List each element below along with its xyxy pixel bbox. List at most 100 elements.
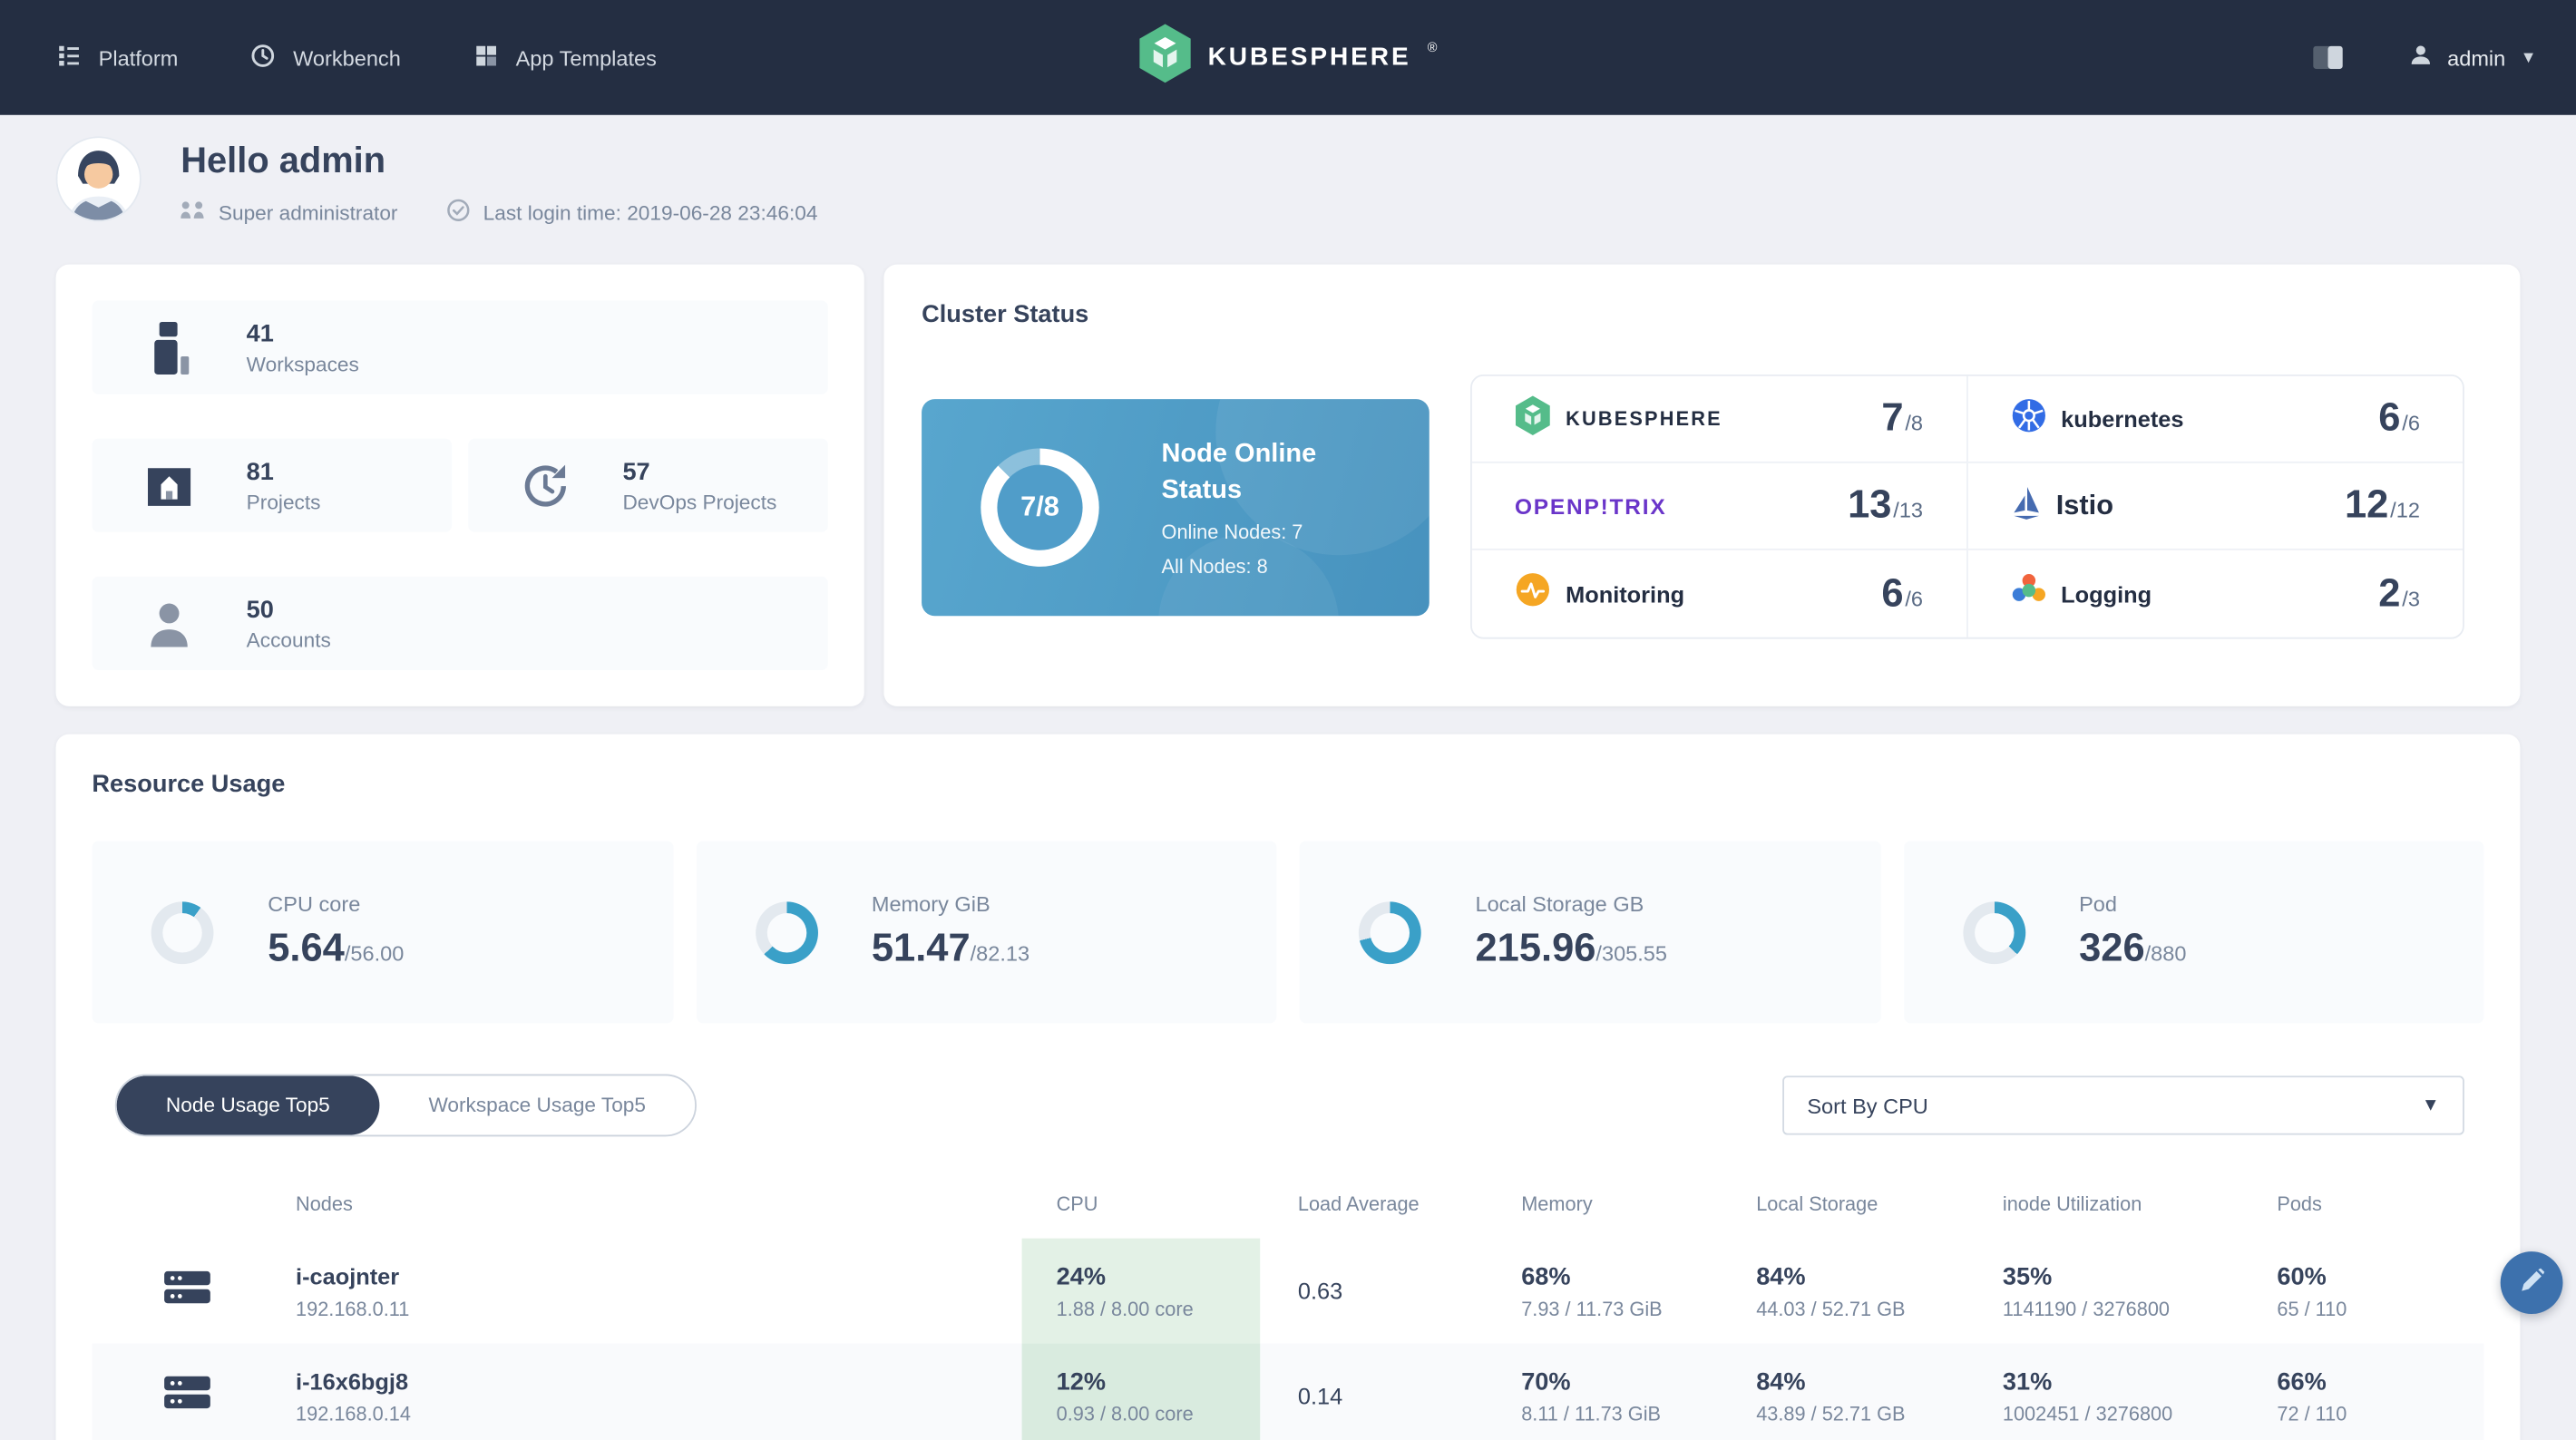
accounts-count: 50 bbox=[246, 595, 274, 624]
devops-label: DevOps Projects bbox=[622, 490, 777, 514]
inode-cell: 35% 1141190 / 3276800 bbox=[2002, 1261, 2170, 1320]
projects-label: Projects bbox=[246, 490, 321, 514]
avatar bbox=[55, 136, 141, 222]
accounts-label: Accounts bbox=[246, 628, 331, 652]
role-badge: Super administrator bbox=[181, 200, 397, 225]
monitoring-icon bbox=[1515, 571, 1551, 616]
logo-wordmark: KUBESPHERE bbox=[1207, 43, 1411, 71]
istio-icon bbox=[2010, 483, 2041, 528]
projects-tile[interactable]: 81 Projects bbox=[92, 438, 453, 532]
online-nodes: Online Nodes: 7 bbox=[1161, 520, 1303, 543]
cpu-cell: 24% 1.88 / 8.00 core bbox=[1021, 1238, 1261, 1344]
components-panel: KUBESPHERE 7/8 kubernetes 6 /6 OPENP!TRI… bbox=[1470, 374, 2464, 639]
platform-icon bbox=[56, 42, 83, 73]
resource-stats: CPU core 5.64/56.00 Memory GiB 51.47/82.… bbox=[92, 841, 2484, 1024]
last-login: Last login time: 2019-06-28 23:46:04 bbox=[447, 199, 817, 227]
component-kubesphere: KUBESPHERE 7/8 bbox=[1471, 375, 1967, 463]
cluster-status-title: Cluster Status bbox=[922, 300, 1089, 329]
workspaces-icon bbox=[140, 319, 199, 375]
memory-stat-label: Memory GiB bbox=[871, 891, 990, 917]
pods-cell: 66% 72 / 110 bbox=[2277, 1367, 2347, 1425]
cpu-donut bbox=[151, 900, 214, 964]
cluster-status-card: Cluster Status 7/8 Node Online Status On… bbox=[883, 264, 2521, 706]
component-logging: Logging 2/3 bbox=[1967, 550, 2463, 637]
load-average-cell: 0.14 bbox=[1297, 1383, 1343, 1410]
table-row[interactable]: i-caojnter 192.168.0.11 24% 1.88 / 8.00 … bbox=[92, 1238, 2483, 1344]
col-load-average: Load Average bbox=[1297, 1192, 1420, 1216]
component-count: 6/6 bbox=[1881, 570, 1924, 616]
component-label: Monitoring bbox=[1566, 580, 1685, 608]
kubesphere-icon bbox=[1515, 394, 1551, 443]
resource-usage-title: Resource Usage bbox=[92, 770, 286, 799]
cpu-stat-value: 5.64/56.00 bbox=[268, 926, 405, 971]
col-local-storage: Local Storage bbox=[1756, 1192, 1878, 1216]
user-menu[interactable]: admin ▼ bbox=[2408, 43, 2537, 73]
dropdown-caret-icon: ▼ bbox=[2421, 1095, 2440, 1115]
node-status-donut: 7/8 bbox=[981, 448, 1099, 567]
check-icon bbox=[447, 199, 470, 227]
pod-stat: Pod 326/880 bbox=[1903, 841, 2484, 1024]
component-label: KUBESPHERE bbox=[1566, 407, 1722, 431]
app-templates-icon bbox=[473, 42, 499, 73]
node-name[interactable]: i-caojnter bbox=[296, 1262, 1022, 1289]
accounts-tile[interactable]: 50 Accounts bbox=[92, 576, 828, 670]
memory-stat-value: 51.47/82.13 bbox=[871, 926, 1030, 971]
memory-cell: 68% 7.93 / 11.73 GiB bbox=[1521, 1261, 1663, 1320]
cpu-stat-label: CPU core bbox=[268, 891, 361, 917]
kubesphere-logo-icon bbox=[1139, 24, 1192, 91]
edit-fab-button[interactable] bbox=[2500, 1251, 2563, 1314]
kubesphere-logo[interactable]: KUBESPHERE ® bbox=[1139, 24, 1437, 91]
col-pods: Pods bbox=[2277, 1192, 2322, 1216]
main-nav: Platform Workbench App Templates bbox=[56, 42, 657, 73]
node-online-status-panel[interactable]: 7/8 Node Online Status Online Nodes: 7 A… bbox=[922, 399, 1429, 617]
role-label: Super administrator bbox=[218, 200, 398, 225]
pods-cell: 60% 65 / 110 bbox=[2277, 1261, 2347, 1320]
component-count: 7/8 bbox=[1881, 395, 1924, 441]
user-icon bbox=[2408, 43, 2433, 73]
welcome-header: Hello admin Super administrator Last log… bbox=[0, 115, 2576, 227]
projects-icon bbox=[140, 462, 199, 509]
all-nodes: All Nodes: 8 bbox=[1161, 554, 1268, 578]
node-ip: 192.168.0.14 bbox=[296, 1401, 411, 1425]
devops-tile[interactable]: 57 DevOps Projects bbox=[468, 438, 828, 532]
workspaces-tile[interactable]: 41 Workspaces bbox=[92, 300, 828, 394]
component-count: 13/13 bbox=[1848, 482, 1924, 528]
nav-platform[interactable]: Platform bbox=[56, 42, 179, 73]
projects-count: 81 bbox=[246, 457, 274, 486]
pod-donut bbox=[1962, 900, 2025, 964]
tab-node-usage-top5[interactable]: Node Usage Top5 bbox=[116, 1075, 380, 1135]
component-count: 2/3 bbox=[2378, 570, 2420, 616]
sort-by-dropdown[interactable]: Sort By CPU ▼ bbox=[1782, 1075, 2464, 1135]
nav-workbench[interactable]: Workbench bbox=[250, 42, 401, 73]
username: admin bbox=[2447, 44, 2506, 70]
node-name[interactable]: i-16x6bgj8 bbox=[296, 1367, 1022, 1394]
col-inode-utilization: inode Utilization bbox=[2002, 1192, 2142, 1216]
col-cpu: CPU bbox=[1056, 1192, 1098, 1216]
component-openpitrix: OPENP!TRIX 13/13 bbox=[1471, 462, 1967, 550]
node-ratio: 7/8 bbox=[1020, 491, 1059, 522]
nav-app-templates[interactable]: App Templates bbox=[473, 42, 657, 73]
component-monitoring: Monitoring 6/6 bbox=[1472, 550, 1967, 637]
tab-workspace-usage-top5[interactable]: Workspace Usage Top5 bbox=[379, 1075, 695, 1134]
table-row[interactable]: i-16x6bgj8 192.168.0.14 12% 0.93 / 8.00 … bbox=[92, 1343, 2484, 1440]
pencil-icon bbox=[2519, 1267, 2545, 1298]
usage-tabs: Node Usage Top5 Workspace Usage Top5 bbox=[114, 1074, 698, 1137]
component-label: kubernetes bbox=[2061, 405, 2184, 433]
cpu-cell: 12% 0.93 / 8.00 core bbox=[1021, 1343, 1261, 1440]
memory-stat: Memory GiB 51.47/82.13 bbox=[696, 841, 1277, 1024]
node-ip: 192.168.0.11 bbox=[296, 1296, 410, 1320]
layout-panel-icon[interactable] bbox=[2312, 45, 2343, 70]
openpitrix-wordmark: OPENP!TRIX bbox=[1514, 493, 1667, 519]
cpu-stat: CPU core 5.64/56.00 bbox=[92, 841, 673, 1024]
component-count: 12/12 bbox=[2345, 482, 2420, 528]
table-header-row: Nodes CPU Load Average Memory Local Stor… bbox=[92, 1192, 2483, 1239]
top-navigation-bar: Platform Workbench App Templates KUBESPH… bbox=[0, 0, 2576, 115]
storage-cell: 84% 43.89 / 52.71 GB bbox=[1756, 1367, 1906, 1425]
nav-platform-label: Platform bbox=[98, 44, 179, 70]
col-memory: Memory bbox=[1521, 1192, 1593, 1216]
topbar-right: admin ▼ bbox=[2312, 43, 2537, 73]
resource-usage-card: Resource Usage CPU core 5.64/56.00 Memor… bbox=[55, 734, 2521, 1440]
pod-stat-value: 326/880 bbox=[2079, 926, 2187, 971]
nav-app-templates-label: App Templates bbox=[515, 44, 657, 70]
storage-stat-label: Local Storage GB bbox=[1475, 891, 1644, 917]
